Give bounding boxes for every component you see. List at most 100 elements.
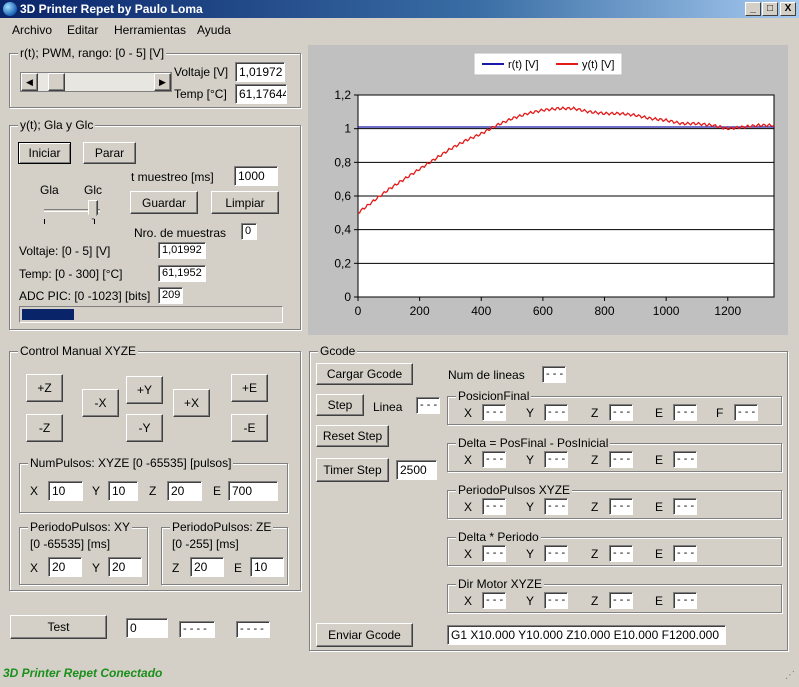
- send-gcode-button[interactable]: Enviar Gcode: [316, 623, 413, 647]
- adc-label: ADC PIC: [0 -1023] [bits]: [19, 289, 151, 303]
- pulses-y-field[interactable]: 10: [108, 481, 138, 501]
- close-button[interactable]: X: [780, 2, 796, 16]
- slider-right-arrow-icon[interactable]: ▶: [154, 73, 171, 91]
- test-value-field[interactable]: 0: [126, 618, 168, 638]
- y-minus-button[interactable]: -Y: [126, 414, 163, 442]
- gcode-command-field[interactable]: G1 X10.000 Y10.000 Z10.000 E10.000 F1200…: [447, 625, 726, 645]
- gla-glc-slider-thumb[interactable]: [88, 200, 98, 220]
- dm-x-field: - - -: [482, 592, 506, 609]
- line-field: - - -: [416, 397, 440, 414]
- test-button[interactable]: Test: [10, 615, 107, 639]
- pp-e-label: E: [655, 500, 664, 514]
- menu-archivo[interactable]: Archivo: [12, 23, 52, 37]
- pulses-e-label: E: [213, 484, 222, 498]
- step-button[interactable]: Step: [316, 394, 364, 416]
- gla-group: y(t); Gla y Glc Iniciar Parar Gla Glc t …: [9, 118, 301, 330]
- pp-z-label: Z: [591, 500, 599, 514]
- slider-left-arrow-icon[interactable]: ◀: [21, 73, 38, 91]
- load-gcode-button[interactable]: Cargar Gcode: [316, 363, 413, 385]
- y-plus-button[interactable]: +Y: [126, 376, 163, 404]
- pp-x-field: - - -: [482, 498, 506, 515]
- menu-editar[interactable]: Editar: [67, 23, 98, 37]
- y-tick-label: 0,8: [334, 155, 351, 169]
- period-xy-label: PeriodoPulsos: XY: [28, 520, 133, 534]
- reset-step-button[interactable]: Reset Step: [316, 425, 389, 447]
- e-minus-button[interactable]: -E: [231, 414, 268, 442]
- final-position-group: PosicionFinal X - - - Y - - - Z - - - E …: [447, 389, 782, 425]
- x-tick-label: 600: [533, 304, 553, 318]
- voltage-field: 1,01992: [158, 242, 206, 259]
- window-title: 3D Printer Repet by Paulo Loma: [20, 2, 203, 16]
- fp-z-field: - - -: [609, 404, 633, 421]
- pze-e-field[interactable]: 10: [250, 557, 284, 577]
- pze-e-label: E: [234, 561, 243, 575]
- status-text: 3D Printer Repet Conectado: [3, 666, 163, 680]
- dm-z-field: - - -: [609, 592, 633, 609]
- pulses-x-label: X: [30, 484, 39, 498]
- pxy-x-field[interactable]: 20: [48, 557, 82, 577]
- pxy-x-label: X: [30, 561, 39, 575]
- temp-field: 61,1952: [158, 265, 206, 282]
- dp-x-field: - - -: [482, 545, 506, 562]
- dm-y-field: - - -: [544, 592, 568, 609]
- gla-group-label: y(t); Gla y Glc: [18, 118, 96, 132]
- x-minus-button[interactable]: -X: [82, 389, 119, 417]
- pp-e-field: - - -: [673, 498, 697, 515]
- pulses-y-label: Y: [92, 484, 101, 498]
- pxy-y-field[interactable]: 20: [108, 557, 142, 577]
- dp-y-label: Y: [526, 547, 535, 561]
- sample-time-field[interactable]: 1000: [234, 166, 278, 186]
- resize-grip-icon[interactable]: ⋰: [785, 670, 795, 681]
- pwm-voltage-field[interactable]: 1,01972: [235, 62, 285, 82]
- pulses-z-field[interactable]: 20: [167, 481, 202, 501]
- pwm-temp-field[interactable]: 61,17644: [235, 84, 287, 104]
- delta-period-label: Delta * Periodo: [456, 530, 541, 544]
- num-pulses-group: NumPulsos: XYZE [0 -65535] [pulsos] X 10…: [19, 456, 288, 513]
- menu-ayuda[interactable]: Ayuda: [197, 23, 231, 37]
- lines-label: Num de lineas: [448, 368, 525, 382]
- fp-e-label: E: [655, 406, 664, 420]
- d-e-field: - - -: [673, 451, 697, 468]
- pxy-y-label: Y: [92, 561, 101, 575]
- save-button[interactable]: Guardar: [130, 191, 198, 214]
- z-plus-button[interactable]: +Z: [26, 374, 63, 402]
- timer-step-field[interactable]: 2500: [396, 460, 437, 480]
- period-ze-group: PeriodoPulsos: ZE [0 -255] [ms] Z 20 E 1…: [161, 520, 288, 585]
- period-pulses-label: PeriodoPulsos XYZE: [456, 483, 573, 497]
- dp-y-field: - - -: [544, 545, 568, 562]
- gcode-group-label: Gcode: [318, 344, 358, 358]
- delta-label: Delta = PosFinal - PosInicial: [456, 436, 611, 450]
- pwm-slider[interactable]: ◀ ▶: [20, 72, 172, 92]
- fp-f-field: - - -: [734, 404, 758, 421]
- gla-label: Gla: [40, 183, 59, 197]
- z-minus-button[interactable]: -Z: [26, 414, 63, 442]
- dm-z-label: Z: [591, 594, 599, 608]
- pulses-z-label: Z: [149, 484, 157, 498]
- slider-thumb[interactable]: [47, 73, 65, 91]
- x-tick-label: 1000: [653, 304, 680, 318]
- d-z-field: - - -: [609, 451, 633, 468]
- pp-x-label: X: [464, 500, 473, 514]
- pp-y-label: Y: [526, 500, 535, 514]
- timer-step-button[interactable]: Timer Step: [316, 458, 389, 482]
- period-ze-label: PeriodoPulsos: ZE: [170, 520, 274, 534]
- stop-button[interactable]: Parar: [83, 142, 136, 164]
- minimize-button[interactable]: _: [745, 2, 761, 16]
- maximize-button[interactable]: □: [762, 2, 778, 16]
- start-button[interactable]: Iniciar: [18, 142, 71, 164]
- pulses-x-field[interactable]: 10: [48, 481, 83, 501]
- x-tick-label: 200: [410, 304, 430, 318]
- pulses-e-field[interactable]: 700: [228, 481, 278, 501]
- dp-x-label: X: [464, 547, 473, 561]
- clear-button[interactable]: Limpiar: [211, 191, 279, 214]
- x-plus-button[interactable]: +X: [173, 389, 210, 417]
- dp-z-field: - - -: [609, 545, 633, 562]
- line-label: Linea: [373, 400, 403, 414]
- menu-bar: Archivo Editar Herramientas Ayuda: [0, 18, 799, 40]
- samples-label: Nro. de muestras: [134, 226, 227, 240]
- pp-z-field: - - -: [609, 498, 633, 515]
- y-tick-label: 1,2: [334, 88, 351, 102]
- e-plus-button[interactable]: +E: [231, 374, 268, 402]
- menu-herramientas[interactable]: Herramientas: [114, 23, 186, 37]
- pze-z-field[interactable]: 20: [190, 557, 224, 577]
